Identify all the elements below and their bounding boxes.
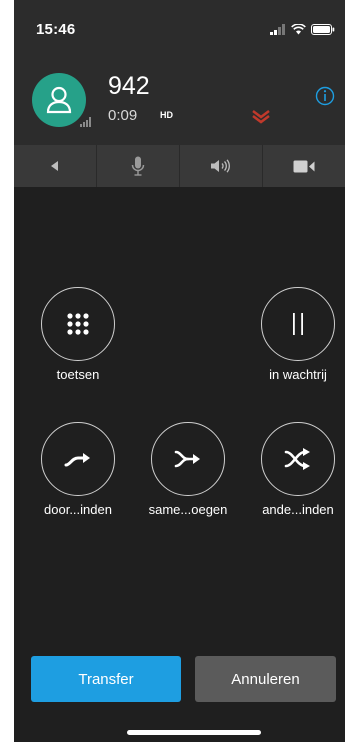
forward-label: door...inden <box>44 502 112 517</box>
cellular-signal-icon <box>270 23 285 35</box>
forward-button[interactable] <box>41 422 115 496</box>
merge-arrow-icon <box>174 450 200 468</box>
phone-screen: 15:46 942 0:09 HD toetsen in wachtrij do… <box>14 0 345 742</box>
swap-label: ande...inden <box>262 502 334 517</box>
keypad-label: toetsen <box>56 367 100 382</box>
transfer-button[interactable]: Transfer <box>31 656 181 702</box>
keypad-icon <box>67 313 89 335</box>
video-camera-icon <box>293 160 315 172</box>
user-icon <box>46 86 72 114</box>
merge-button[interactable] <box>151 422 225 496</box>
mute-button[interactable] <box>97 145 180 187</box>
call-quality-icon <box>80 117 91 127</box>
keypad-action[interactable]: toetsen <box>38 287 118 382</box>
info-icon[interactable] <box>315 86 335 106</box>
status-bar: 15:46 <box>14 0 345 58</box>
speaker-icon <box>211 159 230 173</box>
swap-button[interactable] <box>261 422 335 496</box>
wifi-icon <box>291 23 306 34</box>
merge-label: same...oegen <box>148 502 228 517</box>
forward-action[interactable]: door...inden <box>38 422 118 517</box>
hold-button[interactable] <box>261 287 335 361</box>
status-time: 15:46 <box>36 21 76 38</box>
pause-icon <box>293 313 303 335</box>
call-duration: 0:09 <box>108 107 138 124</box>
keypad-button[interactable] <box>41 287 115 361</box>
back-button[interactable] <box>14 145 97 187</box>
chevron-down-badge-icon <box>252 110 270 124</box>
speaker-button[interactable] <box>180 145 263 187</box>
swap-action[interactable]: ande...inden <box>258 422 338 517</box>
status-icons <box>270 22 335 36</box>
battery-icon <box>311 23 335 35</box>
cancel-button[interactable]: Annuleren <box>195 656 336 702</box>
video-button[interactable] <box>263 145 345 187</box>
call-toolbar <box>14 145 345 187</box>
home-indicator[interactable] <box>127 730 261 735</box>
back-arrow-icon <box>51 161 58 171</box>
forward-arrow-icon <box>64 453 90 467</box>
avatar <box>32 73 86 127</box>
caller-number: 942 <box>108 72 150 100</box>
hold-label: in wachtrij <box>269 367 327 382</box>
hd-badge: HD <box>160 110 173 120</box>
microphone-icon <box>131 156 145 176</box>
hold-action[interactable]: in wachtrij <box>258 287 338 382</box>
merge-action[interactable]: same...oegen <box>148 422 228 517</box>
swap-arrows-icon <box>284 448 310 470</box>
call-header: 942 0:09 HD <box>14 58 345 145</box>
